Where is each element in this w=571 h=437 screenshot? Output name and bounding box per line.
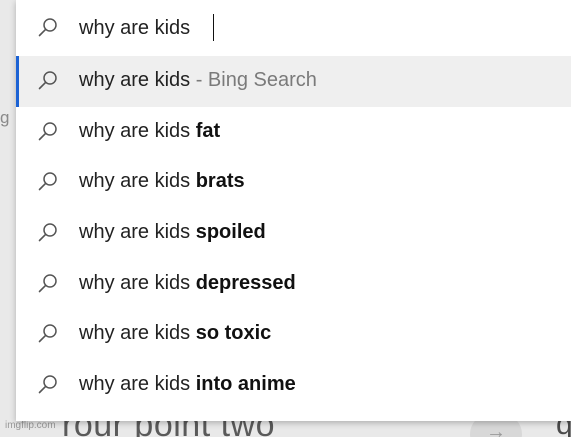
suggestion-text: why are kids spoiled — [79, 221, 266, 244]
search-icon — [38, 324, 57, 343]
watermark: imgflip.com — [5, 420, 56, 431]
search-icon — [38, 71, 57, 90]
suggestion-text: why are kids brats — [79, 170, 245, 193]
suggestion-item[interactable]: why are kids spoiled — [16, 208, 571, 259]
suggestion-text: why are kids fat — [79, 120, 220, 143]
suggestion-prefix: why are kids — [79, 322, 196, 345]
arrow-right-icon: → — [486, 421, 506, 437]
suggestion-text: why are kids into anime — [79, 373, 296, 396]
search-input[interactable]: why are kids — [79, 17, 196, 40]
suggestion-prefix: why are kids — [79, 69, 191, 91]
suggestion-completion: depressed — [195, 271, 296, 294]
suggestion-item[interactable]: why are kids depressed — [16, 259, 571, 310]
suggestion-item[interactable]: why are kids into anime — [16, 360, 571, 411]
search-icon — [38, 172, 57, 191]
search-icon — [38, 274, 57, 293]
suggestion-item[interactable]: why are kids brats — [16, 157, 571, 208]
suggestion-completion: into anime — [195, 373, 296, 396]
suggestion-completion: so toxic — [195, 322, 272, 345]
suggestion-completion: brats — [195, 170, 245, 193]
suggestion-text: why are kids so toxic — [79, 322, 271, 345]
suggestion-prefix: why are kids — [79, 119, 196, 142]
suggestion-prefix: why are kids — [79, 271, 196, 294]
suggestion-prefix: why are kids — [79, 221, 196, 244]
suggestion-text: why are kids - Bing Search — [79, 69, 317, 92]
search-icon — [38, 18, 57, 37]
suggestion-text: why are kids depressed — [79, 272, 296, 295]
text-caret — [213, 14, 214, 41]
search-bar[interactable]: why are kids — [16, 0, 571, 56]
suggestion-completion: spoiled — [195, 221, 266, 244]
search-icon — [38, 375, 57, 394]
search-dropdown: why are kids why are kids - Bing Search w… — [16, 0, 571, 421]
suggestion-list: why are kids - Bing Search why are kids f… — [16, 56, 571, 411]
suggestion-item[interactable]: why are kids - Bing Search — [16, 56, 571, 107]
suggestion-prefix: why are kids — [79, 373, 196, 396]
background-text-fragment: g — [0, 108, 10, 127]
suggestion-prefix: why are kids — [79, 170, 196, 193]
search-icon — [38, 121, 57, 140]
suggestion-item[interactable]: why are kids fat — [16, 107, 571, 158]
suggestion-completion: fat — [195, 119, 221, 142]
search-icon — [38, 223, 57, 242]
suggestion-hint: - Bing Search — [190, 69, 317, 91]
suggestion-item[interactable]: why are kids so toxic — [16, 309, 571, 360]
